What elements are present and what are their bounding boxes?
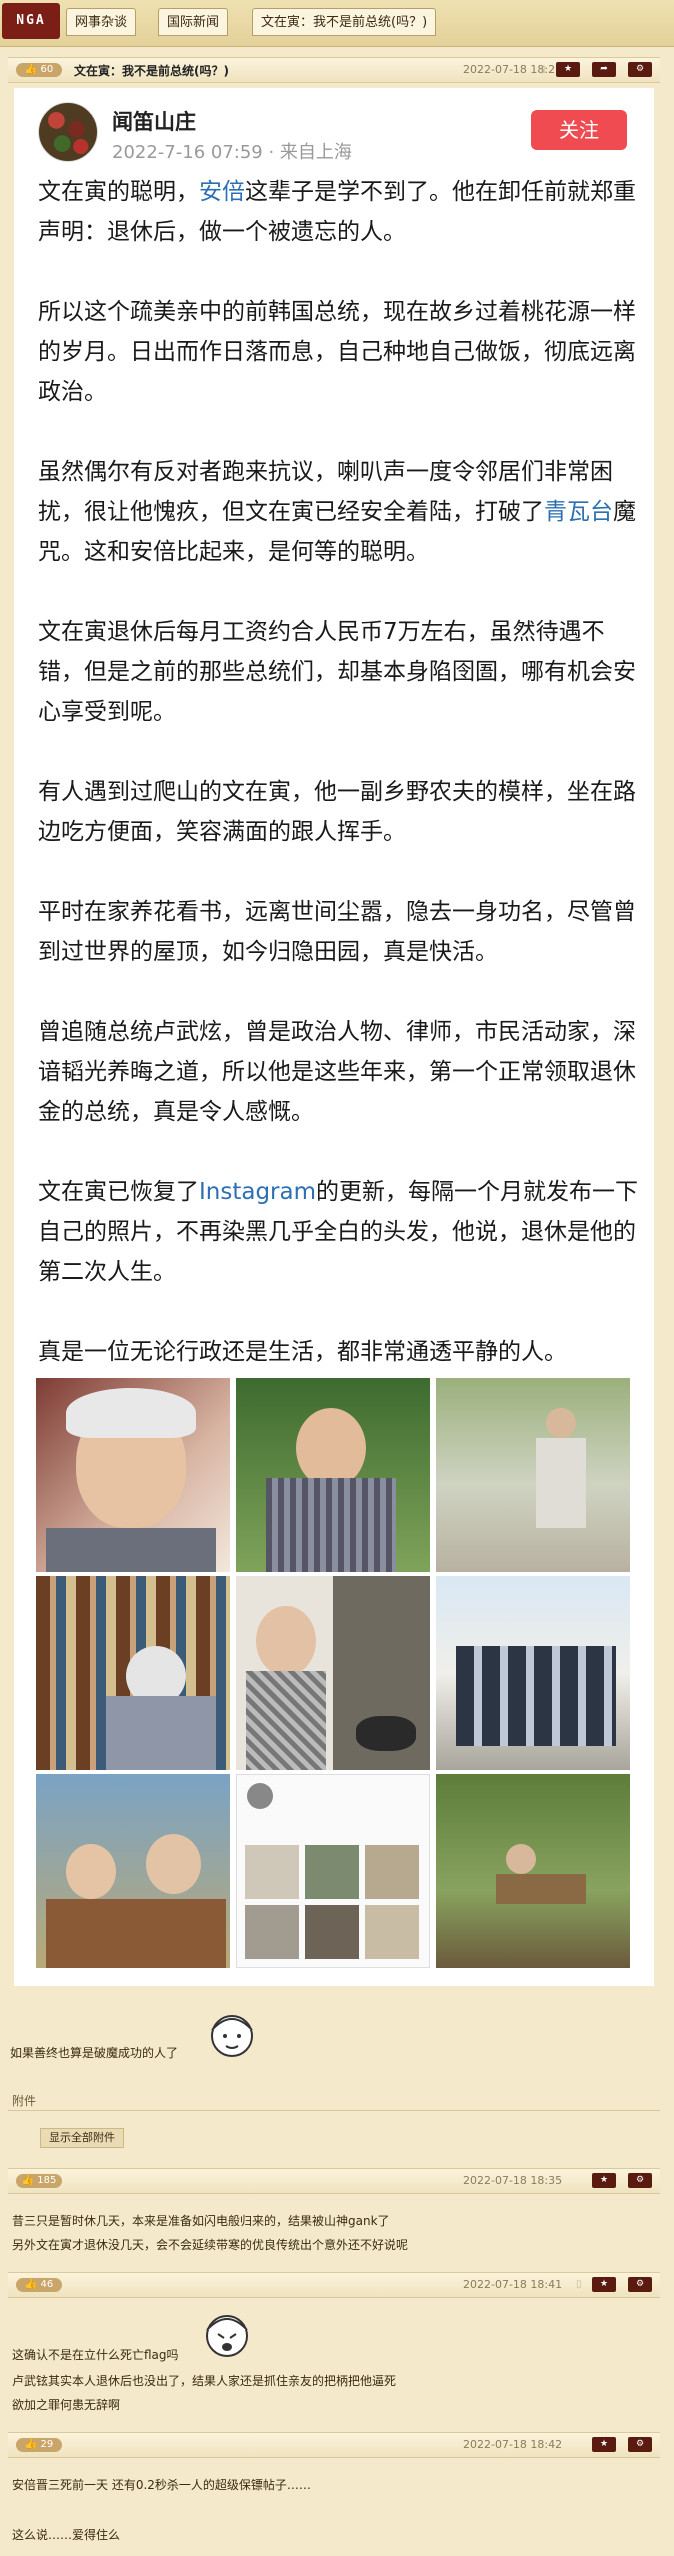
author-avatar[interactable] (38, 102, 98, 162)
flag-icon[interactable]: ▯ (576, 2277, 586, 2292)
like-badge[interactable]: 👍 46 (16, 2278, 62, 2292)
reply-text: 另外文在寅才退休没几天，会不会延续带寒的优良传统出个意外还不好说呢 (12, 2238, 409, 2252)
attachments-label: 附件 (12, 2094, 37, 2108)
site-logo[interactable]: NGA (2, 3, 60, 39)
paragraph: 文在寅的聪明，安倍这辈子是学不到了。他在卸任前就郑重声明：退休后，做一个被遗忘的… (38, 179, 636, 245)
topic-link[interactable]: 青瓦台 (544, 499, 613, 525)
reply-header: 👍 185 2022-07-18 18:35 ★ ⚙ (8, 2168, 660, 2194)
paragraph: 真是一位无论行政还是生活，都非常通透平静的人。 (38, 1339, 567, 1365)
sticker-girl-icon (211, 2015, 253, 2057)
favorite-star-icon[interactable]: ★ (592, 2173, 616, 2188)
article-body: 文在寅的聪明，安倍这辈子是学不到了。他在卸任前就郑重声明：退休后，做一个被遗忘的… (38, 172, 638, 1412)
paragraph: 曾追随总统卢武炫，曾是政治人物、律师，市民活动家，深谙韬光养晦之道，所以他是这些… (38, 1019, 636, 1125)
settings-gear-icon[interactable]: ⚙ (628, 2173, 652, 2188)
show-all-attachments-button[interactable]: 显示全部附件 (40, 2128, 124, 2148)
settings-gear-icon[interactable]: ⚙ (628, 2437, 652, 2452)
photo-instagram-profile[interactable] (236, 1774, 430, 1968)
share-icon[interactable]: ➦ (592, 62, 616, 77)
paragraph: 有人遇到过爬山的文在寅，他一副乡野农夫的模样，坐在路边吃方便面，笑容满面的跟人挥… (38, 779, 636, 845)
thumb-up-icon: 👍 (24, 64, 38, 75)
thumb-up-icon: 👍 (21, 2175, 35, 2186)
thumb-up-icon: 👍 (24, 2279, 38, 2290)
reply-text: 安倍晋三死前一天 还有0.2秒杀一人的超级保镖帖子…… (12, 2478, 311, 2492)
reply-time: 2022-07-18 18:42 (463, 2438, 563, 2451)
photo-forest-bench[interactable] (436, 1774, 630, 1968)
paragraph: 文在寅已恢复了Instagram的更新，每隔一个月就发布一下自己的照片，不再染黑… (38, 1179, 639, 1285)
like-badge[interactable]: 👍 29 (16, 2438, 62, 2452)
paragraph: 文在寅退休后每月工资约合人民币7万左右，虽然待遇不错，但是之前的那些总统们，却基… (38, 619, 636, 725)
nav-tab-forum[interactable]: 网事杂谈 (66, 8, 137, 36)
photo-man-gardening[interactable] (436, 1378, 630, 1572)
post-meta: 2022-7-16 07:59 · 来自上海 (112, 142, 352, 163)
photo-man-reading[interactable] (36, 1576, 230, 1770)
nav-tab-thread[interactable]: 文在寅：我不是前总统(吗？) (252, 8, 437, 36)
post-caption: 如果善终也算是破魔成功的人了 (10, 2046, 179, 2060)
sticker-girl-icon (206, 2315, 248, 2357)
reply-text: 这确认不是在立什么死亡flag吗 (12, 2348, 179, 2362)
post-title: 文在寅：我不是前总统(吗？) (74, 64, 229, 78)
settings-gear-icon[interactable]: ⚙ (628, 62, 652, 77)
like-count: 185 (37, 2175, 57, 2186)
weibo-screenshot-card: 闻笛山庄 2022-7-16 07:59 · 来自上海 关注 文在寅的聪明，安倍… (14, 88, 654, 1986)
topic-link[interactable]: 安倍 (199, 179, 245, 205)
photo-group[interactable] (436, 1576, 630, 1770)
flag-icon[interactable]: ▯ (540, 62, 550, 77)
like-badge[interactable]: 👍 60 (16, 63, 62, 77)
author-name[interactable]: 闻笛山庄 (112, 106, 196, 136)
photo-man-eating[interactable] (236, 1378, 430, 1572)
reply-text: 这么说……爱得住么 (12, 2528, 121, 2542)
thumb-up-icon: 👍 (24, 2439, 38, 2450)
like-count: 29 (40, 2439, 54, 2450)
top-nav-bar: NGA 网事杂谈 国际新闻 文在寅：我不是前总统(吗？) (0, 0, 674, 47)
nav-tab-subforum[interactable]: 国际新闻 (158, 8, 229, 36)
reply-text: 昔三只是暂时休几天，本来是准备如闪电般归来的，结果被山神gank了 (12, 2214, 390, 2228)
reply-time: 2022-07-18 18:35 (463, 2174, 563, 2187)
settings-gear-icon[interactable]: ⚙ (628, 2277, 652, 2292)
like-count: 46 (40, 2279, 54, 2290)
favorite-star-icon[interactable]: ★ (592, 2277, 616, 2292)
divider (8, 2110, 660, 2111)
photo-man-with-dog[interactable] (236, 1576, 430, 1770)
reply-time: 2022-07-18 18:41 (463, 2278, 563, 2291)
photo-smiling-man[interactable] (36, 1378, 230, 1572)
main-post-header: 👍 60 文在寅：我不是前总统(吗？) 2022-07-18 18:25 ▯ ★… (8, 57, 660, 83)
like-count: 60 (40, 64, 54, 75)
paragraph: 所以这个疏美亲中的前韩国总统，现在故乡过着桃花源一样的岁月。日出而作日落而息，自… (38, 299, 636, 405)
reply-text: 欲加之罪何患无辞啊 (12, 2398, 121, 2412)
reply-header: 👍 29 2022-07-18 18:42 ★ ⚙ (8, 2432, 660, 2458)
photo-man-and-woman[interactable] (36, 1774, 230, 1968)
favorite-star-icon[interactable]: ★ (592, 2437, 616, 2452)
favorite-star-icon[interactable]: ★ (556, 62, 580, 77)
paragraph: 虽然偶尔有反对者跑来抗议，喇叭声一度令邻居们非常困扰，很让他愧疚，但文在寅已经安… (38, 459, 636, 565)
photo-grid (36, 1378, 634, 1968)
follow-button[interactable]: 关注 (531, 110, 627, 150)
topic-link[interactable]: Instagram (199, 1179, 316, 1205)
like-badge[interactable]: 👍 185 (16, 2174, 62, 2188)
paragraph: 平时在家养花看书，远离世间尘嚣，隐去一身功名，尽管曾到过世界的屋顶，如今归隐田园… (38, 899, 636, 965)
reply-header: 👍 46 2022-07-18 18:41 ▯ ★ ⚙ (8, 2272, 660, 2298)
reply-text: 卢武铉其实本人退休后也没出了，结果人家还是抓住亲友的把柄把他逼死 (12, 2374, 397, 2388)
